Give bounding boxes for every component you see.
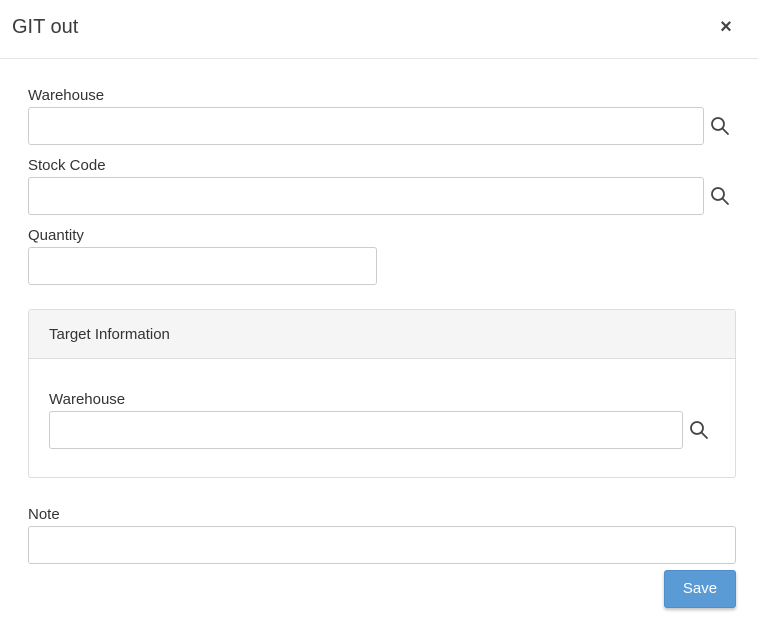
stock-code-label: Stock Code	[28, 157, 106, 174]
close-icon[interactable]: ×	[716, 16, 736, 38]
target-warehouse-input[interactable]	[49, 411, 683, 449]
note-label: Note	[28, 506, 60, 523]
quantity-input[interactable]	[28, 247, 377, 285]
target-warehouse-search-icon[interactable]	[688, 419, 710, 441]
target-information-panel: Target Information Warehouse	[28, 309, 736, 478]
quantity-label: Quantity	[28, 227, 84, 244]
note-input[interactable]	[28, 526, 736, 564]
warehouse-input[interactable]	[28, 107, 704, 145]
warehouse-label: Warehouse	[28, 87, 105, 104]
modal-header: GIT out ×	[0, 0, 758, 59]
target-warehouse-label: Warehouse	[49, 391, 126, 408]
panel-heading: Target Information	[29, 310, 735, 359]
stock-code-search-icon[interactable]	[709, 185, 731, 207]
save-button[interactable]: Save	[664, 570, 736, 608]
stock-code-input[interactable]	[28, 177, 704, 215]
panel-title: Target Information	[49, 326, 170, 343]
modal-title: GIT out	[12, 16, 79, 38]
warehouse-search-icon[interactable]	[709, 115, 731, 137]
